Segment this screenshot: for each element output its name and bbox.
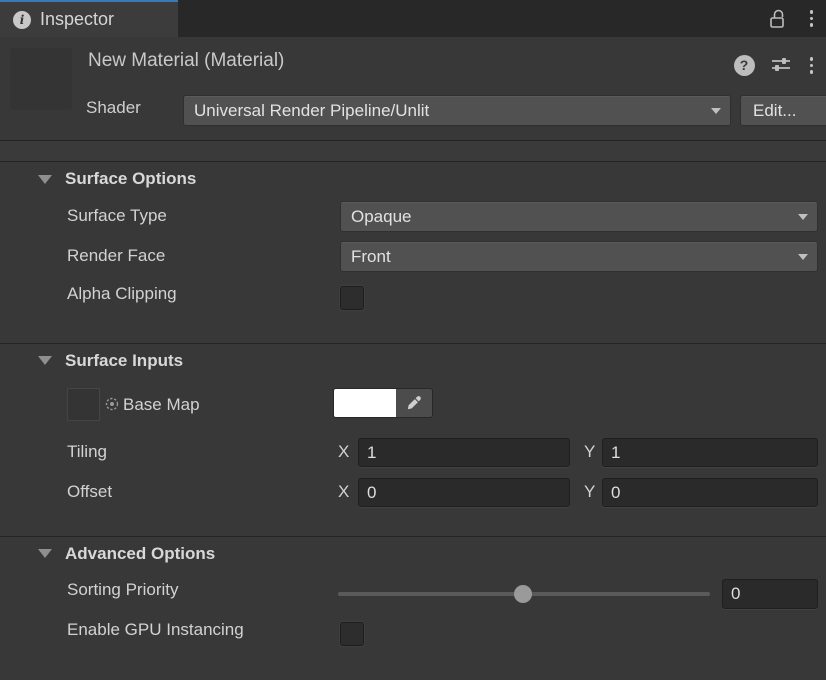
offset-label: Offset <box>67 482 112 502</box>
shader-dropdown[interactable]: Universal Render Pipeline/Unlit <box>183 95 731 126</box>
render-face-row: Render Face Front <box>0 236 826 276</box>
tiling-y-field[interactable] <box>602 438 818 467</box>
tiling-label: Tiling <box>67 442 107 462</box>
base-map-label: Base Map <box>123 388 200 421</box>
offset-x-label: X <box>338 482 349 502</box>
base-map-texture-slot[interactable] <box>67 388 100 421</box>
alpha-clipping-label: Alpha Clipping <box>67 284 177 304</box>
surface-options-header[interactable]: Surface Options <box>0 162 826 196</box>
alpha-clipping-row: Alpha Clipping <box>0 276 826 312</box>
shader-dropdown-value: Universal Render Pipeline/Unlit <box>194 101 429 121</box>
surface-type-row: Surface Type Opaque <box>0 196 826 236</box>
texture-picker-icon[interactable] <box>104 396 120 412</box>
window-menu-icon[interactable] <box>807 7 817 30</box>
material-menu-icon[interactable] <box>807 54 817 77</box>
render-face-label: Render Face <box>67 246 165 266</box>
base-map-color-control <box>333 388 433 418</box>
tiling-y-label: Y <box>584 442 595 462</box>
sorting-priority-slider-thumb[interactable] <box>514 585 532 603</box>
advanced-options-header[interactable]: Advanced Options <box>0 537 826 570</box>
base-map-color-swatch[interactable] <box>334 389 396 417</box>
header-separator-band <box>0 140 826 162</box>
offset-row: Offset X Y <box>0 472 826 512</box>
surface-inputs-header[interactable]: Surface Inputs <box>0 344 826 377</box>
presets-icon[interactable] <box>769 55 793 75</box>
chevron-down-icon <box>798 254 808 260</box>
section-title: Surface Inputs <box>65 351 183 371</box>
tiling-x-label: X <box>338 442 349 462</box>
tab-label: Inspector <box>40 9 114 30</box>
surface-type-dropdown[interactable]: Opaque <box>340 201 818 232</box>
offset-y-label: Y <box>584 482 595 502</box>
section-surface-inputs: Surface Inputs Base Map Tiling <box>0 344 826 536</box>
tab-bar: i Inspector <box>0 0 826 37</box>
chevron-down-icon <box>711 108 721 114</box>
tab-inspector[interactable]: i Inspector <box>0 0 178 37</box>
material-preview-thumbnail <box>10 48 72 110</box>
offset-y-field[interactable] <box>602 478 818 507</box>
material-title: New Material (Material) <box>88 50 284 72</box>
offset-x-field[interactable] <box>358 478 570 507</box>
tiling-row: Tiling X Y <box>0 432 826 472</box>
render-face-dropdown[interactable]: Front <box>340 241 818 272</box>
info-icon: i <box>13 11 31 29</box>
gpu-instancing-row: Enable GPU Instancing <box>0 610 826 650</box>
shader-edit-button[interactable]: Edit... <box>740 95 826 126</box>
foldout-triangle-icon <box>38 175 52 184</box>
surface-type-value: Opaque <box>351 207 412 227</box>
foldout-triangle-icon <box>38 549 52 558</box>
foldout-triangle-icon <box>38 356 52 365</box>
inspector-panel: i Inspector New Material (Material) ? <box>0 0 826 680</box>
chevron-down-icon <box>798 214 808 220</box>
render-face-value: Front <box>351 247 391 267</box>
shader-label: Shader <box>86 98 141 118</box>
surface-type-label: Surface Type <box>67 206 167 226</box>
section-title: Surface Options <box>65 169 196 189</box>
help-icon[interactable]: ? <box>734 55 755 76</box>
section-advanced-options: Advanced Options Sorting Priority Enable… <box>0 537 826 650</box>
eyedropper-button[interactable] <box>396 389 432 417</box>
sorting-priority-label: Sorting Priority <box>67 580 178 600</box>
unlock-icon[interactable] <box>767 8 787 30</box>
gpu-instancing-label: Enable GPU Instancing <box>67 620 244 640</box>
sorting-priority-row: Sorting Priority <box>0 570 826 610</box>
alpha-clipping-checkbox[interactable] <box>340 286 364 310</box>
section-surface-options: Surface Options Surface Type Opaque Rend… <box>0 162 826 343</box>
section-title: Advanced Options <box>65 544 215 564</box>
base-map-row: Base Map <box>0 377 826 432</box>
gpu-instancing-checkbox[interactable] <box>340 622 364 646</box>
material-header: New Material (Material) ? Shader Univers… <box>0 37 826 140</box>
tiling-x-field[interactable] <box>358 438 570 467</box>
sorting-priority-field[interactable] <box>722 579 818 609</box>
